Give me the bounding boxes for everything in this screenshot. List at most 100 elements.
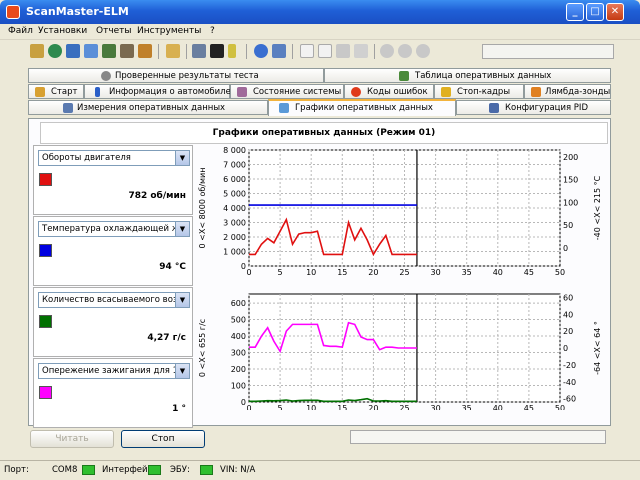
x-tick-label: 40 [493,268,503,277]
stop-icon[interactable] [138,44,152,58]
x-tick-label: 0 [246,268,251,277]
tab-test-results[interactable]: Проверенные результаты теста [28,68,324,83]
tab-lambda-sensors[interactable]: Лямбда-зонды [524,84,611,99]
x-tick-label: 15 [337,404,347,410]
monitor2-icon[interactable] [192,44,206,58]
toolbar-separator [246,44,247,59]
port-value: COM8 [52,465,78,475]
globe-icon[interactable] [48,44,62,58]
menu-file[interactable]: Файл [8,26,33,36]
right-tick-label: -40 [563,378,576,387]
tab-live-data-table[interactable]: Таблица оперативных данных [324,68,611,83]
interface-status-led [148,465,161,475]
x-tick-label: 5 [278,404,283,410]
port-label: Порт: [4,465,29,475]
left-tick-label: 6 000 [223,175,246,184]
vin-value: VIN: N/A [220,465,256,475]
tools-icon[interactable] [30,44,44,58]
left-tick-label: 100 [231,382,246,391]
battery-icon[interactable] [228,44,236,58]
save-icon[interactable] [336,44,350,58]
app-icon [6,5,20,19]
tab-live-graphs[interactable]: Графики оперативных данных [268,99,456,116]
measurements-icon [63,103,73,113]
tab-start[interactable]: Старт [28,84,84,99]
x-tick-label: 15 [337,268,347,277]
left-tick-label: 400 [231,332,246,341]
minimize-button[interactable]: _ [566,3,584,21]
sensor-value: 1 ° [172,404,186,414]
right-tick-label: 40 [563,310,573,319]
info-icon[interactable] [254,44,268,58]
monitor-icon[interactable] [66,44,80,58]
x-tick-label: 20 [368,268,378,277]
print-icon[interactable] [354,44,368,58]
menu-reports[interactable]: Отчеты [96,26,132,36]
color-swatch [39,173,52,186]
stop-button[interactable]: Стоп [121,430,205,448]
left-tick-label: 600 [231,299,246,308]
close-button[interactable]: ✕ [606,3,624,21]
left-tick-label: 8 000 [223,146,246,155]
window-title: ScanMaster-ELM [26,5,129,18]
left-tick-label: 7 000 [223,161,246,170]
maf-ignition-chart: 0 5 10 15 20 25 30 35 40 45 500100200300400500600-… [198,293,602,410]
chevron-down-icon[interactable]: ▼ [175,364,189,378]
menu-settings[interactable]: Установки [38,26,87,36]
tab-label: Старт [51,87,78,97]
chart-icon[interactable] [102,44,116,58]
right-tick-label: 20 [563,327,573,336]
x-tick-label: 5 [278,268,283,277]
tab-live-measurements[interactable]: Измерения оперативных данных [28,100,268,115]
tab-freeze-frames[interactable]: Стоп-кадры [434,84,524,99]
sensor-select-maf[interactable]: Количество всасываемого возд ▼ [38,292,190,308]
x-tick-label: 50 [555,404,565,410]
left-tick-label: 0 [241,262,246,271]
right-axis-label: -64 <X< 64 ° [593,321,602,375]
x-tick-label: 30 [431,404,441,410]
x-tick-label: 20 [368,404,378,410]
sensor-coolant-temp: Температура охлаждающей жи ▼ 94 °C [33,216,193,286]
maximize-button[interactable]: □ [586,3,604,21]
tab-pid-config[interactable]: Конфигурация PID [456,100,611,115]
tab-label: Стоп-кадры [457,87,511,97]
record-icon[interactable] [380,44,394,58]
clipboard-icon[interactable] [166,44,180,58]
progress-bar [350,430,606,444]
select-value: Опережение зажигания для 1 ц [42,366,187,376]
play-icon[interactable] [398,44,412,58]
chevron-down-icon[interactable]: ▼ [175,151,189,165]
table-icon[interactable] [84,44,98,58]
exit-icon[interactable] [272,44,286,58]
lambda-icon [531,87,541,97]
error-icon [351,87,361,97]
menu-tools[interactable]: Инструменты [137,26,201,36]
tab-system-status[interactable]: Состояние системы [230,84,344,99]
tab-label: Состояние системы [253,87,342,97]
read-button[interactable]: Читать [30,430,114,448]
x-tick-label: 35 [462,268,472,277]
open-doc-icon[interactable] [318,44,332,58]
dashboard-icon[interactable] [120,44,134,58]
terminal-icon[interactable] [210,44,224,58]
config-icon [489,103,499,113]
tab-vehicle-info[interactable]: Информация о автомобиле [84,84,231,99]
ecu-status-led [200,465,213,475]
sensor-select-coolant[interactable]: Температура охлаждающей жи ▼ [38,221,190,237]
sensor-select-ignition[interactable]: Опережение зажигания для 1 ц ▼ [38,363,190,379]
right-axis-label: -40 <X< 215 °C [593,175,602,240]
chevron-down-icon[interactable]: ▼ [175,293,189,307]
left-tick-label: 5 000 [223,190,246,199]
pause-icon[interactable] [416,44,430,58]
chevron-down-icon[interactable]: ▼ [175,222,189,236]
tab-error-codes[interactable]: Коды ошибок [344,84,434,99]
new-doc-icon[interactable] [300,44,314,58]
sensor-ignition-advance: Опережение зажигания для 1 ц ▼ 1 ° [33,358,193,428]
tab-label: Графики оперативных данных [295,103,433,113]
sensor-select-rpm[interactable]: Обороты двигателя ▼ [38,150,190,166]
select-value: Количество всасываемого возд [42,295,184,305]
x-tick-label: 25 [399,268,409,277]
x-tick-label: 0 [246,404,251,410]
tab-label: Проверенные результаты теста [115,71,259,81]
menu-help[interactable]: ? [210,26,215,36]
